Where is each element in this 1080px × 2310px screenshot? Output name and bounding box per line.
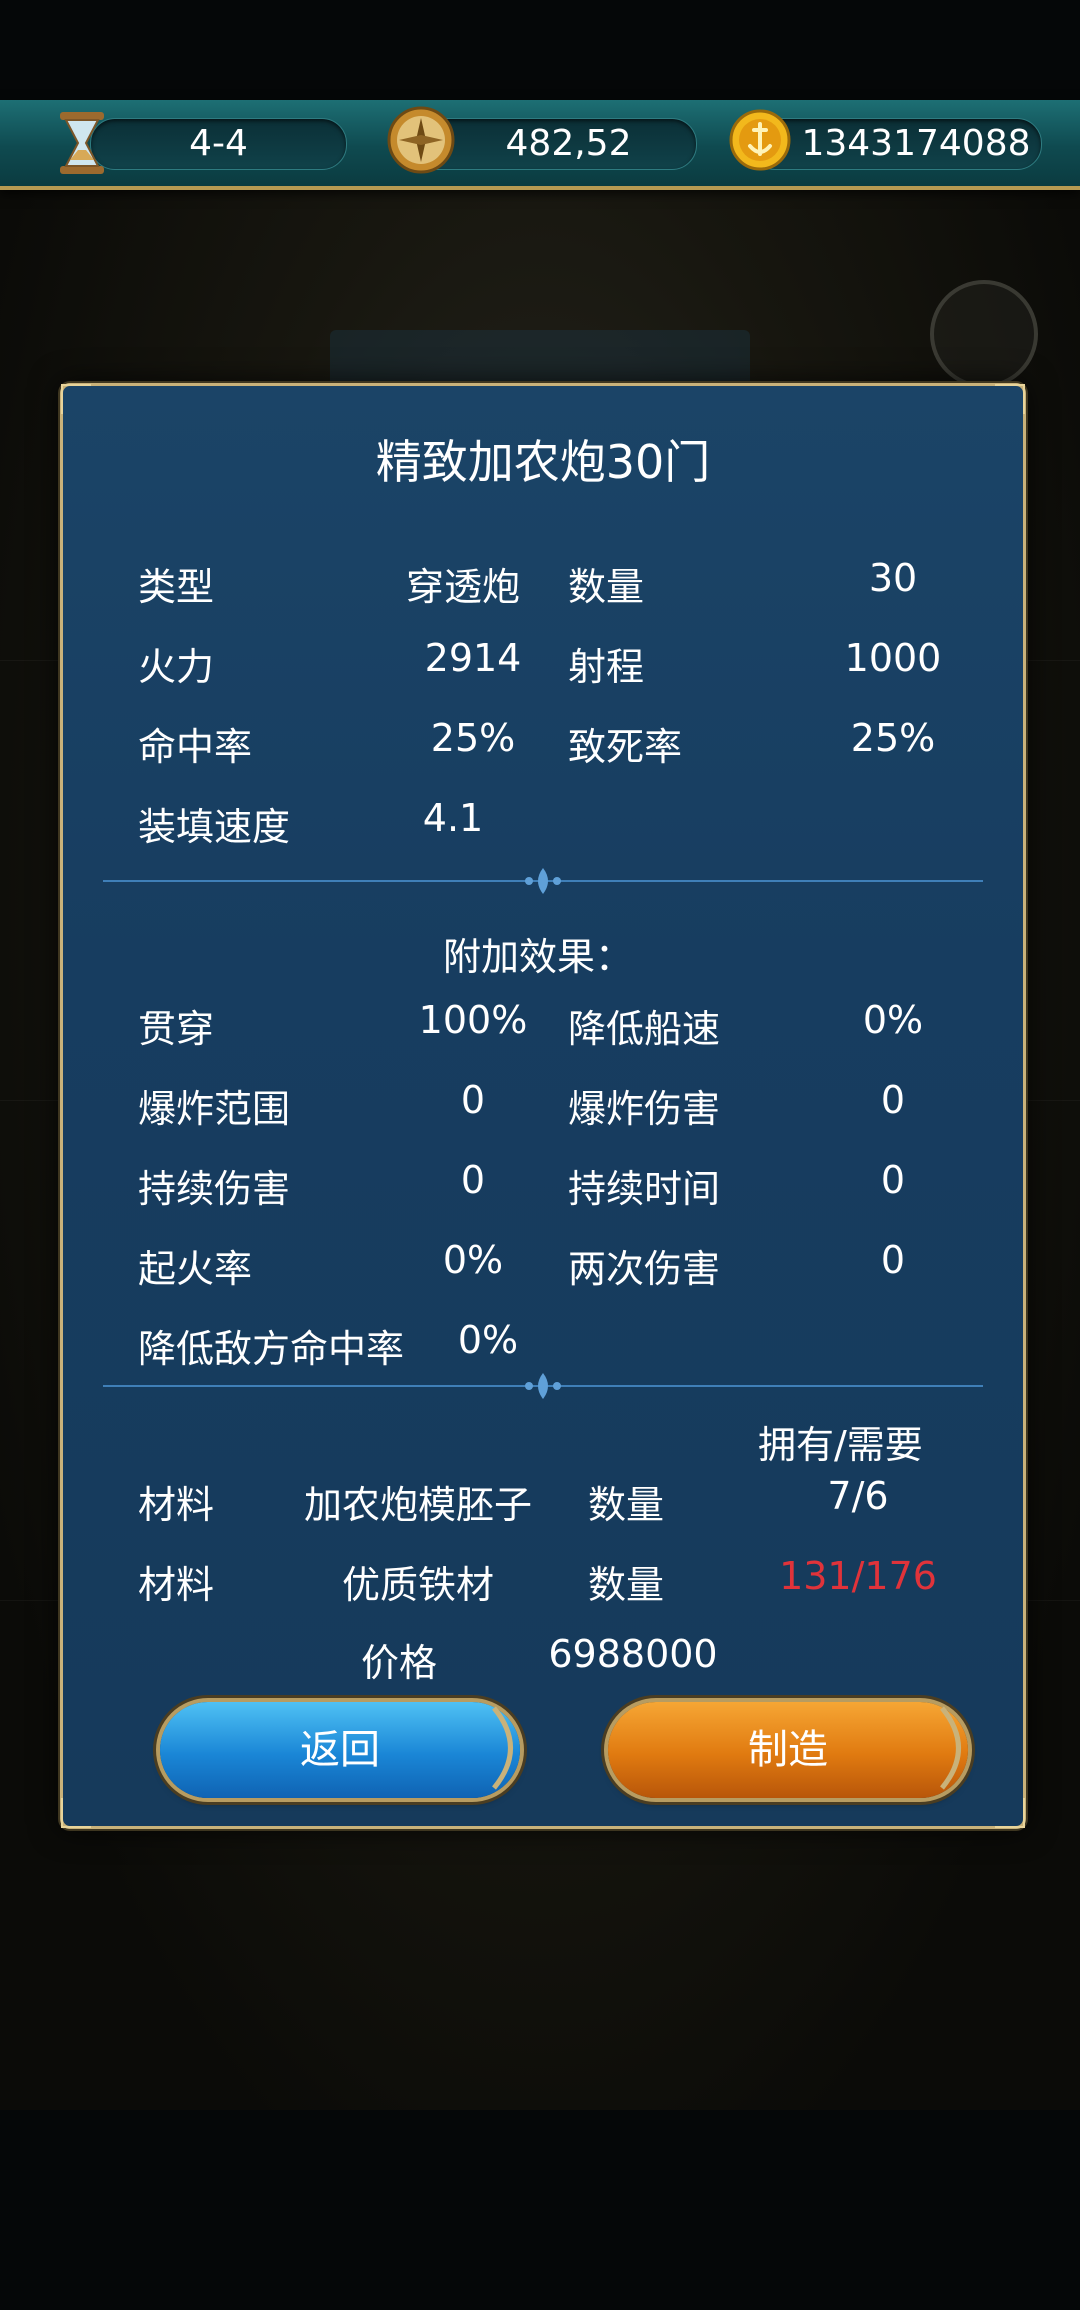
back-button[interactable]: 返回 bbox=[160, 1702, 520, 1798]
duration-label: 持续时间 bbox=[568, 1167, 721, 1211]
back-arrow-icon bbox=[930, 280, 1038, 388]
effects-heading: 附加效果： bbox=[443, 935, 634, 979]
lethality-label: 致死率 bbox=[568, 725, 683, 769]
corner-ornament-icon bbox=[995, 1798, 1025, 1828]
gold-value: 1343174088 bbox=[801, 123, 1031, 164]
corner-ornament-icon bbox=[61, 1798, 91, 1828]
material-qty-label: 数量 bbox=[588, 1483, 665, 1527]
accuracy-label: 命中率 bbox=[138, 725, 253, 769]
material-qty: 7/6 bbox=[827, 1474, 889, 1518]
corner-ornament-icon bbox=[995, 384, 1025, 414]
weapon-detail-dialog: 精致加农炮30门 类型 穿透炮 数量 30 火力 2914 射程 1000 命中… bbox=[60, 383, 1026, 1829]
double-damage-label: 两次伤害 bbox=[568, 1247, 721, 1291]
time-pill: 4-4 bbox=[90, 118, 347, 170]
owned-required-header: 拥有/需要 bbox=[758, 1423, 923, 1467]
compass-icon bbox=[385, 104, 457, 176]
material-qty-label: 数量 bbox=[588, 1563, 665, 1607]
coordinate-value: 482,52 bbox=[505, 123, 632, 164]
slow-value: 0% bbox=[862, 998, 924, 1042]
time-value: 4-4 bbox=[189, 123, 248, 164]
corner-ornament-icon bbox=[61, 384, 91, 414]
lethality-value: 25% bbox=[850, 716, 936, 760]
material-name: 加农炮模胚子 bbox=[303, 1483, 532, 1527]
ignite-value: 0% bbox=[442, 1238, 504, 1282]
price-label: 价格 bbox=[361, 1641, 438, 1685]
material-name: 优质铁材 bbox=[341, 1563, 494, 1607]
material-qty-insufficient: 131/176 bbox=[779, 1554, 937, 1598]
ignite-label: 起火率 bbox=[138, 1247, 253, 1291]
blast-range-label: 爆炸范围 bbox=[138, 1087, 291, 1131]
button-ornament-icon bbox=[940, 1706, 961, 1790]
dialog-title: 精致加农炮30门 bbox=[375, 435, 711, 489]
gold-pill: 1343174088 bbox=[750, 118, 1042, 170]
firepower-value: 2914 bbox=[424, 636, 522, 680]
range-label: 射程 bbox=[568, 645, 645, 689]
slow-label: 降低船速 bbox=[568, 1007, 721, 1051]
price-value: 6988000 bbox=[548, 1632, 718, 1676]
ornament-divider bbox=[103, 1373, 983, 1399]
pierce-label: 贯穿 bbox=[138, 1007, 215, 1051]
duration-value: 0 bbox=[880, 1158, 906, 1202]
count-label: 数量 bbox=[568, 565, 645, 609]
blast-damage-value: 0 bbox=[880, 1078, 906, 1122]
pierce-value: 100% bbox=[418, 998, 528, 1042]
craft-button[interactable]: 制造 bbox=[608, 1702, 968, 1798]
type-value: 穿透炮 bbox=[405, 565, 520, 609]
reduce-hit-value: 0% bbox=[457, 1318, 519, 1362]
hourglass-icon bbox=[52, 108, 112, 178]
count-value: 30 bbox=[868, 556, 918, 600]
dot-label: 持续伤害 bbox=[138, 1167, 291, 1211]
accuracy-value: 25% bbox=[430, 716, 516, 760]
dot-value: 0 bbox=[460, 1158, 486, 1202]
gold-coin-icon bbox=[728, 108, 792, 172]
material-label: 材料 bbox=[138, 1563, 215, 1607]
resource-bar: 4-4 482,52 1343174088 bbox=[0, 100, 1080, 190]
range-value: 1000 bbox=[844, 636, 942, 680]
material-label: 材料 bbox=[138, 1483, 215, 1527]
reload-label: 装填速度 bbox=[138, 805, 291, 849]
reduce-hit-label: 降低敌方命中率 bbox=[138, 1327, 405, 1371]
type-label: 类型 bbox=[138, 565, 215, 609]
button-ornament-icon bbox=[492, 1706, 513, 1790]
double-damage-value: 0 bbox=[880, 1238, 906, 1282]
reload-value: 4.1 bbox=[422, 796, 484, 840]
blast-damage-label: 爆炸伤害 bbox=[568, 1087, 721, 1131]
blast-range-value: 0 bbox=[460, 1078, 486, 1122]
firepower-label: 火力 bbox=[138, 645, 215, 689]
ornament-divider bbox=[103, 868, 983, 894]
